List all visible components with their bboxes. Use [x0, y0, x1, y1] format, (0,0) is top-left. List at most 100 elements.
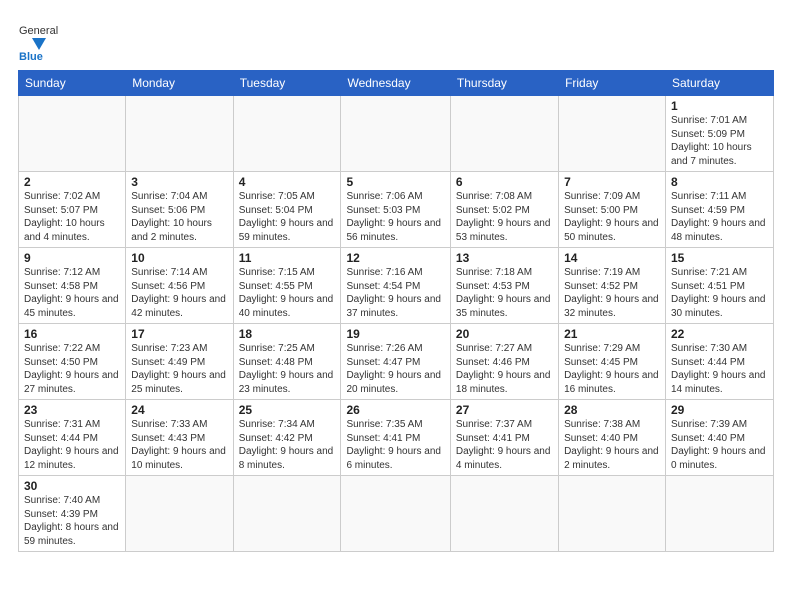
calendar-cell: 8Sunrise: 7:11 AM Sunset: 4:59 PM Daylig… [665, 172, 773, 248]
calendar-cell: 19Sunrise: 7:26 AM Sunset: 4:47 PM Dayli… [341, 324, 450, 400]
day-info: Sunrise: 7:16 AM Sunset: 4:54 PM Dayligh… [346, 266, 444, 320]
calendar-cell: 27Sunrise: 7:37 AM Sunset: 4:41 PM Dayli… [450, 400, 558, 476]
calendar-cell: 9Sunrise: 7:12 AM Sunset: 4:58 PM Daylig… [19, 248, 126, 324]
weekday-header-wednesday: Wednesday [341, 71, 450, 96]
calendar-table: SundayMondayTuesdayWednesdayThursdayFrid… [18, 70, 774, 552]
calendar-cell: 18Sunrise: 7:25 AM Sunset: 4:48 PM Dayli… [233, 324, 341, 400]
week-row-3: 9Sunrise: 7:12 AM Sunset: 4:58 PM Daylig… [19, 248, 774, 324]
calendar-cell [450, 476, 558, 552]
day-info: Sunrise: 7:30 AM Sunset: 4:44 PM Dayligh… [671, 342, 768, 396]
day-info: Sunrise: 7:21 AM Sunset: 4:51 PM Dayligh… [671, 266, 768, 320]
day-number: 27 [456, 403, 553, 417]
calendar-cell: 25Sunrise: 7:34 AM Sunset: 4:42 PM Dayli… [233, 400, 341, 476]
calendar-cell [559, 476, 666, 552]
calendar-cell [341, 96, 450, 172]
calendar-body: 1Sunrise: 7:01 AM Sunset: 5:09 PM Daylig… [19, 96, 774, 552]
weekday-header-thursday: Thursday [450, 71, 558, 96]
calendar-header: SundayMondayTuesdayWednesdayThursdayFrid… [19, 71, 774, 96]
day-info: Sunrise: 7:37 AM Sunset: 4:41 PM Dayligh… [456, 418, 553, 472]
generalblue-logo-icon: General Blue [18, 18, 62, 62]
weekday-header-saturday: Saturday [665, 71, 773, 96]
day-number: 24 [131, 403, 227, 417]
calendar-cell: 21Sunrise: 7:29 AM Sunset: 4:45 PM Dayli… [559, 324, 666, 400]
day-number: 16 [24, 327, 120, 341]
day-info: Sunrise: 7:22 AM Sunset: 4:50 PM Dayligh… [24, 342, 120, 396]
calendar-cell: 7Sunrise: 7:09 AM Sunset: 5:00 PM Daylig… [559, 172, 666, 248]
day-info: Sunrise: 7:12 AM Sunset: 4:58 PM Dayligh… [24, 266, 120, 320]
calendar-cell: 28Sunrise: 7:38 AM Sunset: 4:40 PM Dayli… [559, 400, 666, 476]
day-number: 26 [346, 403, 444, 417]
calendar-cell: 13Sunrise: 7:18 AM Sunset: 4:53 PM Dayli… [450, 248, 558, 324]
day-number: 29 [671, 403, 768, 417]
day-number: 2 [24, 175, 120, 189]
calendar-cell [450, 96, 558, 172]
day-number: 10 [131, 251, 227, 265]
day-number: 20 [456, 327, 553, 341]
calendar-cell [233, 96, 341, 172]
day-number: 14 [564, 251, 660, 265]
day-number: 22 [671, 327, 768, 341]
day-info: Sunrise: 7:19 AM Sunset: 4:52 PM Dayligh… [564, 266, 660, 320]
day-number: 3 [131, 175, 227, 189]
day-number: 9 [24, 251, 120, 265]
calendar-cell: 5Sunrise: 7:06 AM Sunset: 5:03 PM Daylig… [341, 172, 450, 248]
calendar-cell: 17Sunrise: 7:23 AM Sunset: 4:49 PM Dayli… [126, 324, 233, 400]
day-info: Sunrise: 7:31 AM Sunset: 4:44 PM Dayligh… [24, 418, 120, 472]
calendar-cell [19, 96, 126, 172]
day-number: 4 [239, 175, 336, 189]
weekday-header-tuesday: Tuesday [233, 71, 341, 96]
day-info: Sunrise: 7:05 AM Sunset: 5:04 PM Dayligh… [239, 190, 336, 244]
calendar-cell: 10Sunrise: 7:14 AM Sunset: 4:56 PM Dayli… [126, 248, 233, 324]
calendar-cell: 11Sunrise: 7:15 AM Sunset: 4:55 PM Dayli… [233, 248, 341, 324]
day-info: Sunrise: 7:35 AM Sunset: 4:41 PM Dayligh… [346, 418, 444, 472]
day-number: 19 [346, 327, 444, 341]
week-row-2: 2Sunrise: 7:02 AM Sunset: 5:07 PM Daylig… [19, 172, 774, 248]
day-number: 13 [456, 251, 553, 265]
weekday-header-monday: Monday [126, 71, 233, 96]
day-info: Sunrise: 7:18 AM Sunset: 4:53 PM Dayligh… [456, 266, 553, 320]
day-info: Sunrise: 7:14 AM Sunset: 4:56 PM Dayligh… [131, 266, 227, 320]
calendar-cell: 23Sunrise: 7:31 AM Sunset: 4:44 PM Dayli… [19, 400, 126, 476]
day-number: 15 [671, 251, 768, 265]
day-number: 30 [24, 479, 120, 493]
calendar-cell [126, 476, 233, 552]
day-info: Sunrise: 7:29 AM Sunset: 4:45 PM Dayligh… [564, 342, 660, 396]
header: General Blue [18, 18, 774, 62]
day-info: Sunrise: 7:11 AM Sunset: 4:59 PM Dayligh… [671, 190, 768, 244]
day-info: Sunrise: 7:27 AM Sunset: 4:46 PM Dayligh… [456, 342, 553, 396]
day-number: 23 [24, 403, 120, 417]
day-info: Sunrise: 7:25 AM Sunset: 4:48 PM Dayligh… [239, 342, 336, 396]
week-row-4: 16Sunrise: 7:22 AM Sunset: 4:50 PM Dayli… [19, 324, 774, 400]
day-number: 8 [671, 175, 768, 189]
weekday-header-row: SundayMondayTuesdayWednesdayThursdayFrid… [19, 71, 774, 96]
day-info: Sunrise: 7:34 AM Sunset: 4:42 PM Dayligh… [239, 418, 336, 472]
day-number: 28 [564, 403, 660, 417]
day-info: Sunrise: 7:15 AM Sunset: 4:55 PM Dayligh… [239, 266, 336, 320]
calendar-cell [341, 476, 450, 552]
calendar-cell: 14Sunrise: 7:19 AM Sunset: 4:52 PM Dayli… [559, 248, 666, 324]
week-row-5: 23Sunrise: 7:31 AM Sunset: 4:44 PM Dayli… [19, 400, 774, 476]
weekday-header-sunday: Sunday [19, 71, 126, 96]
day-number: 12 [346, 251, 444, 265]
svg-text:Blue: Blue [19, 51, 43, 62]
day-info: Sunrise: 7:26 AM Sunset: 4:47 PM Dayligh… [346, 342, 444, 396]
calendar-cell [559, 96, 666, 172]
day-number: 6 [456, 175, 553, 189]
calendar-cell: 30Sunrise: 7:40 AM Sunset: 4:39 PM Dayli… [19, 476, 126, 552]
calendar-cell [233, 476, 341, 552]
calendar-cell: 1Sunrise: 7:01 AM Sunset: 5:09 PM Daylig… [665, 96, 773, 172]
logo: General Blue [18, 18, 62, 62]
day-info: Sunrise: 7:02 AM Sunset: 5:07 PM Dayligh… [24, 190, 120, 244]
calendar-cell: 24Sunrise: 7:33 AM Sunset: 4:43 PM Dayli… [126, 400, 233, 476]
calendar-cell [126, 96, 233, 172]
week-row-1: 1Sunrise: 7:01 AM Sunset: 5:09 PM Daylig… [19, 96, 774, 172]
calendar-cell: 2Sunrise: 7:02 AM Sunset: 5:07 PM Daylig… [19, 172, 126, 248]
day-number: 7 [564, 175, 660, 189]
calendar-cell: 26Sunrise: 7:35 AM Sunset: 4:41 PM Dayli… [341, 400, 450, 476]
day-number: 1 [671, 99, 768, 113]
page: General Blue SundayMondayTuesdayWednesda… [0, 0, 792, 612]
calendar-cell: 6Sunrise: 7:08 AM Sunset: 5:02 PM Daylig… [450, 172, 558, 248]
calendar-cell: 3Sunrise: 7:04 AM Sunset: 5:06 PM Daylig… [126, 172, 233, 248]
calendar-cell [665, 476, 773, 552]
svg-text:General: General [19, 25, 58, 37]
